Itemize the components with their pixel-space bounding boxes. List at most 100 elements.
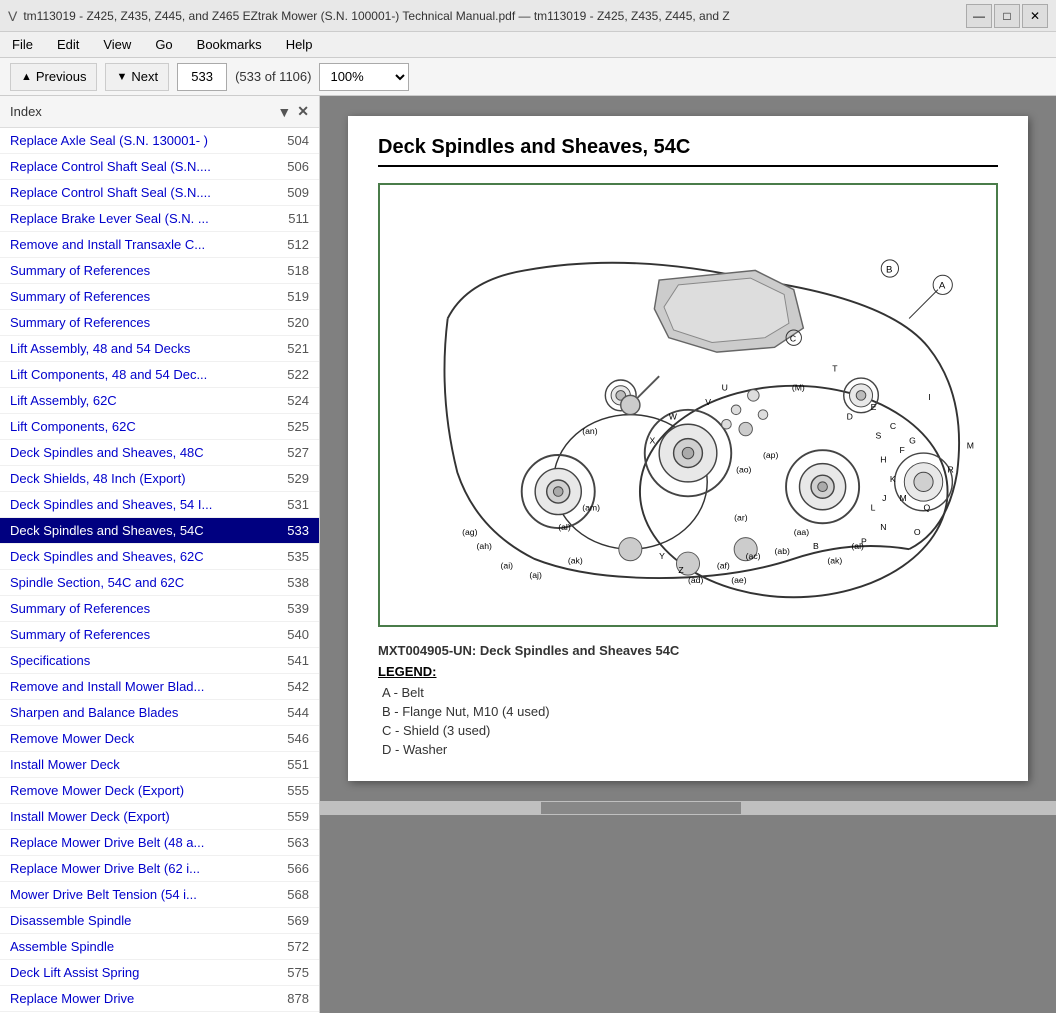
sidebar-item[interactable]: Remove Mower Deck546 <box>0 726 319 752</box>
sidebar-item[interactable]: Deck Shields, 48 Inch (Export)529 <box>0 466 319 492</box>
minimize-button[interactable]: — <box>966 4 992 28</box>
svg-text:C: C <box>790 334 796 344</box>
svg-text:(al): (al) <box>851 541 864 551</box>
sidebar-item-page: 878 <box>279 991 309 1006</box>
page-number-input[interactable] <box>177 63 227 91</box>
legend-item-d: D - Washer <box>378 742 998 757</box>
sidebar-item-page: 575 <box>279 965 309 980</box>
menu-item-bookmarks[interactable]: Bookmarks <box>193 35 266 54</box>
legend-label: LEGEND: <box>378 664 998 679</box>
sidebar-dropdown-icon[interactable]: ▼ <box>277 104 291 120</box>
sidebar-item[interactable]: Replace Control Shaft Seal (S.N....506 <box>0 154 319 180</box>
sidebar-item[interactable]: Remove Mower Deck (Export) 555 <box>0 778 319 804</box>
sidebar-item[interactable]: Specifications541 <box>0 648 319 674</box>
sidebar-item[interactable]: Deck Lift Assist Spring 575 <box>0 960 319 986</box>
sidebar-item-label: Replace Mower Drive Belt (62 i... <box>10 861 200 876</box>
zoom-select[interactable]: 100% 50% 75% 125% 150% 200% <box>319 63 409 91</box>
sidebar-item-page: 568 <box>279 887 309 902</box>
sidebar-item-page: 531 <box>279 497 309 512</box>
sidebar-item[interactable]: Mower Drive Belt Tension (54 i...568 <box>0 882 319 908</box>
sidebar-item[interactable]: Summary of References520 <box>0 310 319 336</box>
diagram-svg: A B (ar) (ap) (ao) (M) T D <box>390 195 986 615</box>
previous-button[interactable]: ▲ Previous <box>10 63 97 91</box>
svg-text:(ak): (ak) <box>827 556 842 566</box>
sidebar-header: Index ▼ ✕ <box>0 96 319 128</box>
sidebar-item-page: 541 <box>279 653 309 668</box>
svg-text:(an): (an) <box>582 426 597 436</box>
sidebar-item[interactable]: Summary of References518 <box>0 258 319 284</box>
svg-text:(ar): (ar) <box>734 512 748 522</box>
svg-text:B: B <box>813 541 819 551</box>
sidebar-item-page: 527 <box>279 445 309 460</box>
sidebar-close-icon[interactable]: ✕ <box>297 103 309 120</box>
h-scrollbar-thumb[interactable] <box>541 802 741 814</box>
sidebar-item[interactable]: Summary of References540 <box>0 622 319 648</box>
sidebar-item[interactable]: Install Mower Deck551 <box>0 752 319 778</box>
sidebar-item-label: Summary of References <box>10 627 150 642</box>
sidebar-item[interactable]: Deck Spindles and Sheaves, 54C533 <box>0 518 319 544</box>
next-button[interactable]: ▼ Next <box>105 63 169 91</box>
close-button[interactable]: ✕ <box>1022 4 1048 28</box>
menu-item-help[interactable]: Help <box>282 35 317 54</box>
maximize-button[interactable]: □ <box>994 4 1020 28</box>
sidebar-item[interactable]: Replace Brake Lever Seal (S.N. ...511 <box>0 206 319 232</box>
sidebar-item[interactable]: Replace Mower Drive878 <box>0 986 319 1012</box>
sidebar-item[interactable]: Summary of References539 <box>0 596 319 622</box>
sidebar-item[interactable]: Lift Assembly, 62C524 <box>0 388 319 414</box>
sidebar-item-page: 566 <box>279 861 309 876</box>
sidebar-item[interactable]: Replace Mower Drive Belt (48 a...563 <box>0 830 319 856</box>
sidebar-item-page: 506 <box>279 159 309 174</box>
sidebar-item-label: Summary of References <box>10 263 150 278</box>
sidebar-item[interactable]: Sharpen and Balance Blades544 <box>0 700 319 726</box>
sidebar-item[interactable]: Deck Spindles and Sheaves, 62C535 <box>0 544 319 570</box>
sidebar-item[interactable]: Lift Components, 48 and 54 Dec...522 <box>0 362 319 388</box>
svg-text:R: R <box>948 464 954 474</box>
legend-item-c: C - Shield (3 used) <box>378 723 998 738</box>
sidebar-item-label: Sharpen and Balance Blades <box>10 705 178 720</box>
sidebar-item[interactable]: Summary of References519 <box>0 284 319 310</box>
sidebar-item[interactable]: Remove and Install Mower Blad...542 <box>0 674 319 700</box>
sidebar-item-label: Assemble Spindle <box>10 939 114 954</box>
pdf-page: Deck Spindles and Sheaves, 54C <box>348 116 1028 781</box>
sidebar-item-page: 559 <box>279 809 309 824</box>
menu-item-edit[interactable]: Edit <box>53 35 83 54</box>
sidebar-item-label: Summary of References <box>10 601 150 616</box>
sidebar-item[interactable]: Disassemble Spindle569 <box>0 908 319 934</box>
sidebar-item[interactable]: Install Mower Deck (Export)559 <box>0 804 319 830</box>
svg-text:Y: Y <box>659 551 665 561</box>
sidebar-item-page: 538 <box>279 575 309 590</box>
sidebar-item-page: 569 <box>279 913 309 928</box>
sidebar-item[interactable]: Remove and Install Transaxle C...512 <box>0 232 319 258</box>
sidebar-item[interactable]: Deck Spindles and Sheaves, 48C527 <box>0 440 319 466</box>
sidebar-item-page: 521 <box>279 341 309 356</box>
sidebar-item[interactable]: Lift Assembly, 48 and 54 Decks521 <box>0 336 319 362</box>
page-count-label: (533 of 1106) <box>235 69 311 84</box>
sidebar-item[interactable]: Assemble Spindle572 <box>0 934 319 960</box>
svg-text:O: O <box>914 527 921 537</box>
menu-item-view[interactable]: View <box>99 35 135 54</box>
sidebar-item[interactable]: Spindle Section, 54C and 62C 538 <box>0 570 319 596</box>
svg-text:J: J <box>882 493 886 503</box>
previous-label: Previous <box>36 69 87 84</box>
sidebar-item[interactable]: Replace Mower Drive Belt (62 i... 566 <box>0 856 319 882</box>
sidebar-item[interactable]: Lift Components, 62C525 <box>0 414 319 440</box>
sidebar-item[interactable]: Replace Control Shaft Seal (S.N....509 <box>0 180 319 206</box>
sidebar-item-page: 563 <box>279 835 309 850</box>
sidebar-item-page: 555 <box>279 783 309 798</box>
main-layout: Index ▼ ✕ Replace Axle Seal (S.N. 130001… <box>0 96 1056 1013</box>
sidebar-item-page: 512 <box>279 237 309 252</box>
sidebar-item[interactable]: Replace Axle Seal (S.N. 130001- )504 <box>0 128 319 154</box>
menu-item-go[interactable]: Go <box>151 35 176 54</box>
content-wrapper[interactable]: Deck Spindles and Sheaves, 54C <box>320 96 1056 1013</box>
sidebar-item-page: 511 <box>279 211 309 226</box>
sidebar-item[interactable]: Deck Spindles and Sheaves, 54 I...531 <box>0 492 319 518</box>
sidebar-item-label: Deck Spindles and Sheaves, 62C <box>10 549 204 564</box>
sidebar-item-label: Replace Control Shaft Seal (S.N.... <box>10 185 211 200</box>
prev-arrow-icon: ▲ <box>21 71 32 83</box>
sidebar-item-label: Remove Mower Deck (Export) <box>10 783 184 798</box>
sidebar-item-label: Spindle Section, 54C and 62C <box>10 575 184 590</box>
svg-text:(ak): (ak) <box>568 556 583 566</box>
menu-item-file[interactable]: File <box>8 35 37 54</box>
sidebar-item-label: Deck Lift Assist Spring <box>10 965 139 980</box>
horizontal-scrollbar[interactable] <box>320 801 1056 815</box>
